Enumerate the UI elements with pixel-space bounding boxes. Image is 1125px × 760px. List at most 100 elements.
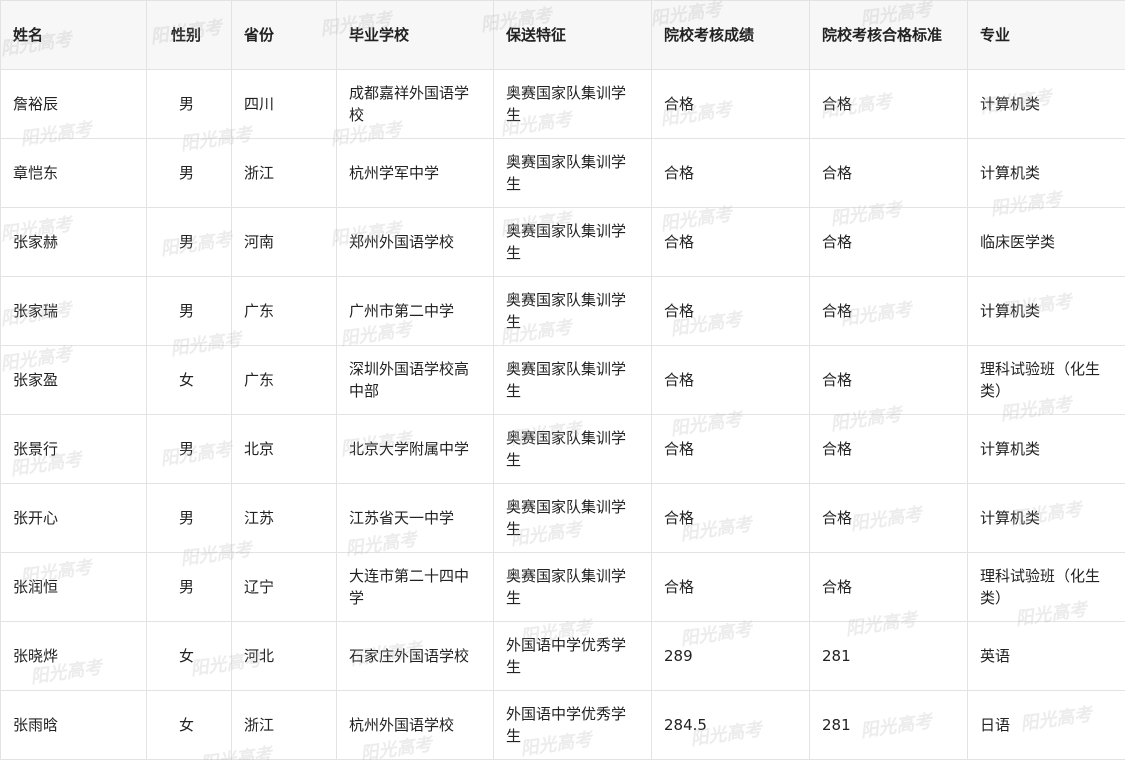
- cell-recommendation: 奥赛国家队集训学生: [493, 552, 652, 622]
- table-row: 张景行男北京 北京大学附属中学 奥赛国家队集训学生 合格 合格 计算机类: [0, 414, 1125, 484]
- cell-name: 张家瑞: [0, 276, 147, 346]
- cell-recommendation: 奥赛国家队集训学生: [493, 138, 652, 208]
- cell-gender: 男: [146, 552, 232, 622]
- cell-school: 郑州外国语学校: [336, 207, 494, 277]
- cell-school: 广州市第二中学: [336, 276, 494, 346]
- cell-pass-standard: 合格: [809, 552, 968, 622]
- cell-assessment-score: 合格: [651, 552, 810, 622]
- cell-assessment-score: 284.5: [651, 690, 810, 760]
- cell-gender: 男: [146, 276, 232, 346]
- cell-name: 章恺东: [0, 138, 147, 208]
- cell-province: 浙江: [231, 690, 337, 760]
- cell-major: 计算机类: [967, 69, 1125, 139]
- cell-province: 河南: [231, 207, 337, 277]
- cell-name: 张润恒: [0, 552, 147, 622]
- cell-major: 日语: [967, 690, 1125, 760]
- cell-recommendation: 外国语中学优秀学生: [493, 621, 652, 691]
- cell-major: 临床医学类: [967, 207, 1125, 277]
- header-name: 姓名: [0, 0, 147, 70]
- cell-pass-standard: 合格: [809, 345, 968, 415]
- cell-gender: 女: [146, 690, 232, 760]
- cell-assessment-score: 289: [651, 621, 810, 691]
- cell-major: 英语: [967, 621, 1125, 691]
- cell-gender: 男: [146, 414, 232, 484]
- cell-assessment-score: 合格: [651, 345, 810, 415]
- cell-school: 成都嘉祥外国语学校: [336, 69, 494, 139]
- cell-pass-standard: 合格: [809, 207, 968, 277]
- cell-recommendation: 外国语中学优秀学生: [493, 690, 652, 760]
- cell-pass-standard: 合格: [809, 414, 968, 484]
- cell-name: 张晓烨: [0, 621, 147, 691]
- cell-province: 北京: [231, 414, 337, 484]
- cell-recommendation: 奥赛国家队集训学生: [493, 414, 652, 484]
- cell-name: 张雨晗: [0, 690, 147, 760]
- cell-pass-standard: 281: [809, 690, 968, 760]
- cell-school: 深圳外国语学校高中部: [336, 345, 494, 415]
- table-row: 张家瑞男广东 广州市第二中学 奥赛国家队集训学生 合格 合格 计算机类: [0, 276, 1125, 346]
- cell-name: 张开心: [0, 483, 147, 553]
- table-row: 张雨晗女浙江 杭州外国语学校 外国语中学优秀学生 284.5 281 日语: [0, 690, 1125, 760]
- cell-name: 张家赫: [0, 207, 147, 277]
- header-pass-standard: 院校考核合格标准: [809, 0, 968, 70]
- table-row: 章恺东男浙江 杭州学军中学 奥赛国家队集训学生 合格 合格 计算机类: [0, 138, 1125, 208]
- header-major: 专业: [967, 0, 1125, 70]
- cell-pass-standard: 合格: [809, 483, 968, 553]
- header-province: 省份: [231, 0, 337, 70]
- cell-assessment-score: 合格: [651, 414, 810, 484]
- cell-name: 詹裕辰: [0, 69, 147, 139]
- cell-province: 浙江: [231, 138, 337, 208]
- cell-recommendation: 奥赛国家队集训学生: [493, 345, 652, 415]
- cell-assessment-score: 合格: [651, 483, 810, 553]
- cell-gender: 男: [146, 69, 232, 139]
- header-school: 毕业学校: [336, 0, 494, 70]
- cell-name: 张景行: [0, 414, 147, 484]
- cell-recommendation: 奥赛国家队集训学生: [493, 207, 652, 277]
- cell-pass-standard: 合格: [809, 276, 968, 346]
- cell-major: 计算机类: [967, 138, 1125, 208]
- cell-pass-standard: 281: [809, 621, 968, 691]
- cell-school: 北京大学附属中学: [336, 414, 494, 484]
- table-row: 张家赫男河南 郑州外国语学校 奥赛国家队集训学生 合格 合格 临床医学类: [0, 207, 1125, 277]
- table-row: 张开心男江苏 江苏省天一中学 奥赛国家队集训学生 合格 合格 计算机类: [0, 483, 1125, 553]
- table-header-row: 姓名 性别 省份 毕业学校 保送特征 院校考核成绩 院校考核合格标准 专业: [0, 0, 1125, 70]
- cell-major: 计算机类: [967, 414, 1125, 484]
- cell-gender: 女: [146, 345, 232, 415]
- cell-school: 江苏省天一中学: [336, 483, 494, 553]
- cell-gender: 女: [146, 621, 232, 691]
- header-recommendation: 保送特征: [493, 0, 652, 70]
- cell-assessment-score: 合格: [651, 276, 810, 346]
- header-assessment-score: 院校考核成绩: [651, 0, 810, 70]
- table-row: 张晓烨女河北 石家庄外国语学校 外国语中学优秀学生 289 281 英语: [0, 621, 1125, 691]
- cell-school: 大连市第二十四中学: [336, 552, 494, 622]
- cell-assessment-score: 合格: [651, 69, 810, 139]
- cell-major: 计算机类: [967, 276, 1125, 346]
- cell-province: 辽宁: [231, 552, 337, 622]
- cell-recommendation: 奥赛国家队集训学生: [493, 69, 652, 139]
- table-row: 詹裕辰男四川 成都嘉祥外国语学校 奥赛国家队集训学生 合格 合格 计算机类: [0, 69, 1125, 139]
- cell-gender: 男: [146, 138, 232, 208]
- table-row: 张家盈女广东 深圳外国语学校高中部 奥赛国家队集训学生 合格 合格 理科试验班（化生类）: [0, 345, 1125, 415]
- cell-province: 广东: [231, 345, 337, 415]
- cell-major: 计算机类: [967, 483, 1125, 553]
- header-gender: 性别: [146, 0, 232, 70]
- cell-school: 杭州外国语学校: [336, 690, 494, 760]
- cell-school: 杭州学军中学: [336, 138, 494, 208]
- cell-gender: 男: [146, 483, 232, 553]
- cell-pass-standard: 合格: [809, 138, 968, 208]
- cell-gender: 男: [146, 207, 232, 277]
- cell-major: 理科试验班（化生类）: [967, 552, 1125, 622]
- cell-province: 河北: [231, 621, 337, 691]
- cell-name: 张家盈: [0, 345, 147, 415]
- cell-major: 理科试验班（化生类）: [967, 345, 1125, 415]
- cell-recommendation: 奥赛国家队集训学生: [493, 483, 652, 553]
- cell-province: 江苏: [231, 483, 337, 553]
- cell-pass-standard: 合格: [809, 69, 968, 139]
- cell-province: 广东: [231, 276, 337, 346]
- cell-school: 石家庄外国语学校: [336, 621, 494, 691]
- cell-assessment-score: 合格: [651, 207, 810, 277]
- cell-recommendation: 奥赛国家队集训学生: [493, 276, 652, 346]
- admissions-table: 姓名 性别 省份 毕业学校 保送特征 院校考核成绩 院校考核合格标准 专业 詹裕…: [0, 0, 1125, 760]
- cell-assessment-score: 合格: [651, 138, 810, 208]
- table-row: 张润恒男辽宁 大连市第二十四中学 奥赛国家队集训学生 合格 合格 理科试验班（化生类）: [0, 552, 1125, 622]
- cell-province: 四川: [231, 69, 337, 139]
